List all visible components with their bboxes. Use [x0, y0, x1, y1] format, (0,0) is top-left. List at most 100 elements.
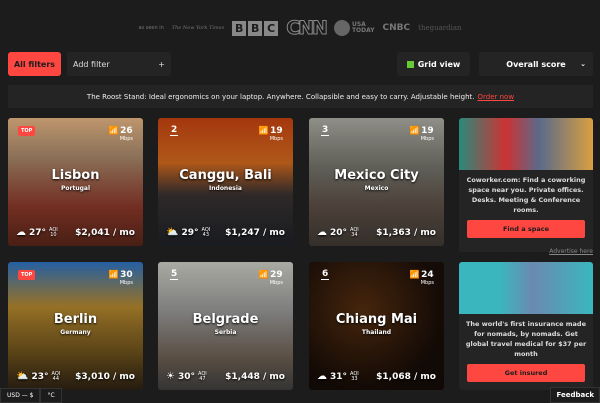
air-quality: AQI 10 — [49, 227, 58, 238]
card-stats: ☁ 31° AQI 33 $1,068 / mo — [317, 371, 436, 382]
speed-unit: Mbps — [119, 280, 133, 286]
wifi-icon: 📶 — [258, 270, 269, 279]
usa-today-logo: USA TODAY — [333, 20, 375, 36]
monthly-cost: $1,068 / mo — [376, 371, 436, 382]
card-stats: ☁ 27° AQI 10 $2,041 / mo — [16, 227, 135, 238]
country-name: Portugal — [60, 185, 91, 192]
advertise-link[interactable]: Advertise here — [549, 248, 593, 255]
speed-unit: Mbps — [420, 280, 434, 286]
city-card[interactable]: TOP 📶 30 Mbps Berlin Germany ⛅ 23° AQI 44 $… — [8, 262, 143, 390]
city-card[interactable]: TOP 📶 26 Mbps Lisbon Portugal ☁ 27° AQI 10 … — [8, 118, 143, 246]
city-name: Mexico City — [334, 168, 419, 183]
all-filters-button[interactable]: All filters — [8, 52, 61, 76]
footer-settings: USD — $ °C — [0, 388, 62, 403]
air-quality: AQI 44 — [51, 371, 60, 382]
country-name: Thailand — [361, 329, 392, 336]
speed-unit: Mbps — [420, 136, 434, 142]
air-quality: AQI 34 — [350, 227, 359, 238]
wifi-icon: 📶 — [409, 270, 420, 279]
aqi-value: 44 — [52, 375, 60, 382]
grid-view-button[interactable]: Grid view — [397, 52, 470, 76]
coworker-ad: Coworker.com: Find a coworking space nea… — [459, 118, 593, 252]
feedback-button[interactable]: Feedback — [550, 387, 600, 403]
city-card[interactable]: 5 📶 29 Mbps Belgrade Serbia ☀ 30° AQI 47 $1… — [158, 262, 293, 390]
promo-banner: The Roost Stand: Ideal ergonomics on you… — [8, 85, 593, 108]
internet-speed: 📶 19 Mbps — [259, 124, 283, 143]
temperature: 29° — [181, 227, 199, 238]
aqi-value: 34 — [351, 231, 358, 238]
rank-number: 6 — [321, 269, 330, 280]
temperature-unit-toggle[interactable]: °C — [40, 388, 62, 403]
guardian-logo: theguardian — [418, 24, 462, 32]
weather-icon: ☁ — [317, 371, 327, 382]
wifi-icon: 📶 — [409, 126, 420, 135]
weather-icon: ⛅ — [166, 227, 179, 238]
aqi-value: 43 — [202, 231, 210, 238]
bbc-letter: C — [264, 20, 279, 36]
press-logos: as seen in The New York Times BBC CNN US… — [0, 17, 600, 40]
monthly-cost: $1,363 / mo — [376, 227, 436, 238]
weather-icon: ☁ — [317, 227, 327, 238]
air-quality: AQI 33 — [350, 371, 359, 382]
air-quality: AQI 47 — [198, 371, 207, 382]
aqi-value: 47 — [199, 375, 206, 382]
sort-label: Overall score — [506, 59, 566, 69]
card-stats: ⛅ 29° AQI 43 $1,247 / mo — [166, 227, 285, 238]
find-space-button[interactable]: Find a space — [467, 220, 585, 238]
monthly-cost: $3,010 / mo — [75, 371, 135, 382]
temperature: 27° — [29, 227, 47, 238]
card-stats: ⛅ 23° AQI 44 $3,010 / mo — [16, 371, 135, 382]
bbc-logo: BBC — [232, 20, 279, 36]
add-filter-label: Add filter — [73, 59, 110, 69]
sort-select[interactable]: Overall score ⌄ — [479, 52, 593, 76]
rank-number: 5 — [170, 269, 179, 280]
as-seen-in-label: as seen in — [138, 25, 164, 31]
temperature: 23° — [31, 371, 49, 382]
chevron-down-icon: ⌄ — [580, 60, 586, 68]
ad-image — [459, 118, 593, 170]
get-insured-button[interactable]: Get insured — [467, 364, 585, 382]
currency-selector[interactable]: USD — $ — [0, 388, 41, 403]
weather-icon: ⛅ — [16, 371, 29, 382]
card-stats: ☁ 20° AQI 34 $1,363 / mo — [317, 227, 436, 238]
city-name: Canggu, Bali — [179, 168, 272, 183]
order-now-link[interactable]: Order now — [478, 93, 515, 101]
rank-number: 3 — [321, 125, 330, 136]
country-name: Germany — [60, 329, 91, 336]
wifi-icon: 📶 — [108, 270, 119, 279]
nyt-logo: The New York Times — [171, 25, 225, 31]
monthly-cost: $1,448 / mo — [225, 371, 285, 382]
country-name: Indonesia — [209, 185, 242, 192]
city-name: Belgrade — [192, 312, 259, 327]
city-name: Chiang Mai — [335, 312, 418, 327]
city-card[interactable]: 3 📶 19 Mbps Mexico City Mexico ☁ 20° AQI 34… — [309, 118, 444, 246]
plus-icon: + — [158, 59, 165, 69]
monthly-cost: $2,041 / mo — [75, 227, 135, 238]
add-filter-button[interactable]: Add filter + — [67, 52, 171, 76]
cnn-logo: CNN — [286, 17, 329, 40]
city-name: Berlin — [53, 312, 98, 327]
banner-text: The Roost Stand: Ideal ergonomics on you… — [86, 92, 475, 101]
top-badge: TOP — [18, 270, 36, 280]
city-card[interactable]: 6 📶 24 Mbps Chiang Mai Thailand ☁ 31° AQI 3… — [309, 262, 444, 390]
temperature: 31° — [330, 371, 348, 382]
internet-speed: 📶 24 Mbps — [410, 268, 434, 287]
ad-text: Coworker.com: Find a coworking space nea… — [466, 176, 586, 214]
internet-speed: 📶 29 Mbps — [259, 268, 283, 287]
city-name: Lisbon — [51, 168, 100, 183]
speed-unit: Mbps — [119, 136, 133, 142]
weather-icon: ☁ — [16, 227, 26, 238]
aqi-value: 33 — [351, 375, 358, 382]
aqi-value: 10 — [50, 231, 57, 238]
speed-unit: Mbps — [269, 136, 283, 142]
internet-speed: 📶 30 Mbps — [109, 268, 133, 287]
temperature: 30° — [177, 371, 195, 382]
grid-view-label: Grid view — [417, 59, 461, 69]
bbc-letter: B — [248, 20, 263, 36]
internet-speed: 📶 19 Mbps — [410, 124, 434, 143]
rank-number: 2 — [170, 125, 179, 136]
ad-image — [459, 262, 593, 314]
city-card[interactable]: 2 📶 19 Mbps Canggu, Bali Indonesia ⛅ 29° A… — [158, 118, 293, 246]
monthly-cost: $1,247 / mo — [225, 227, 285, 238]
temperature: 20° — [330, 227, 348, 238]
